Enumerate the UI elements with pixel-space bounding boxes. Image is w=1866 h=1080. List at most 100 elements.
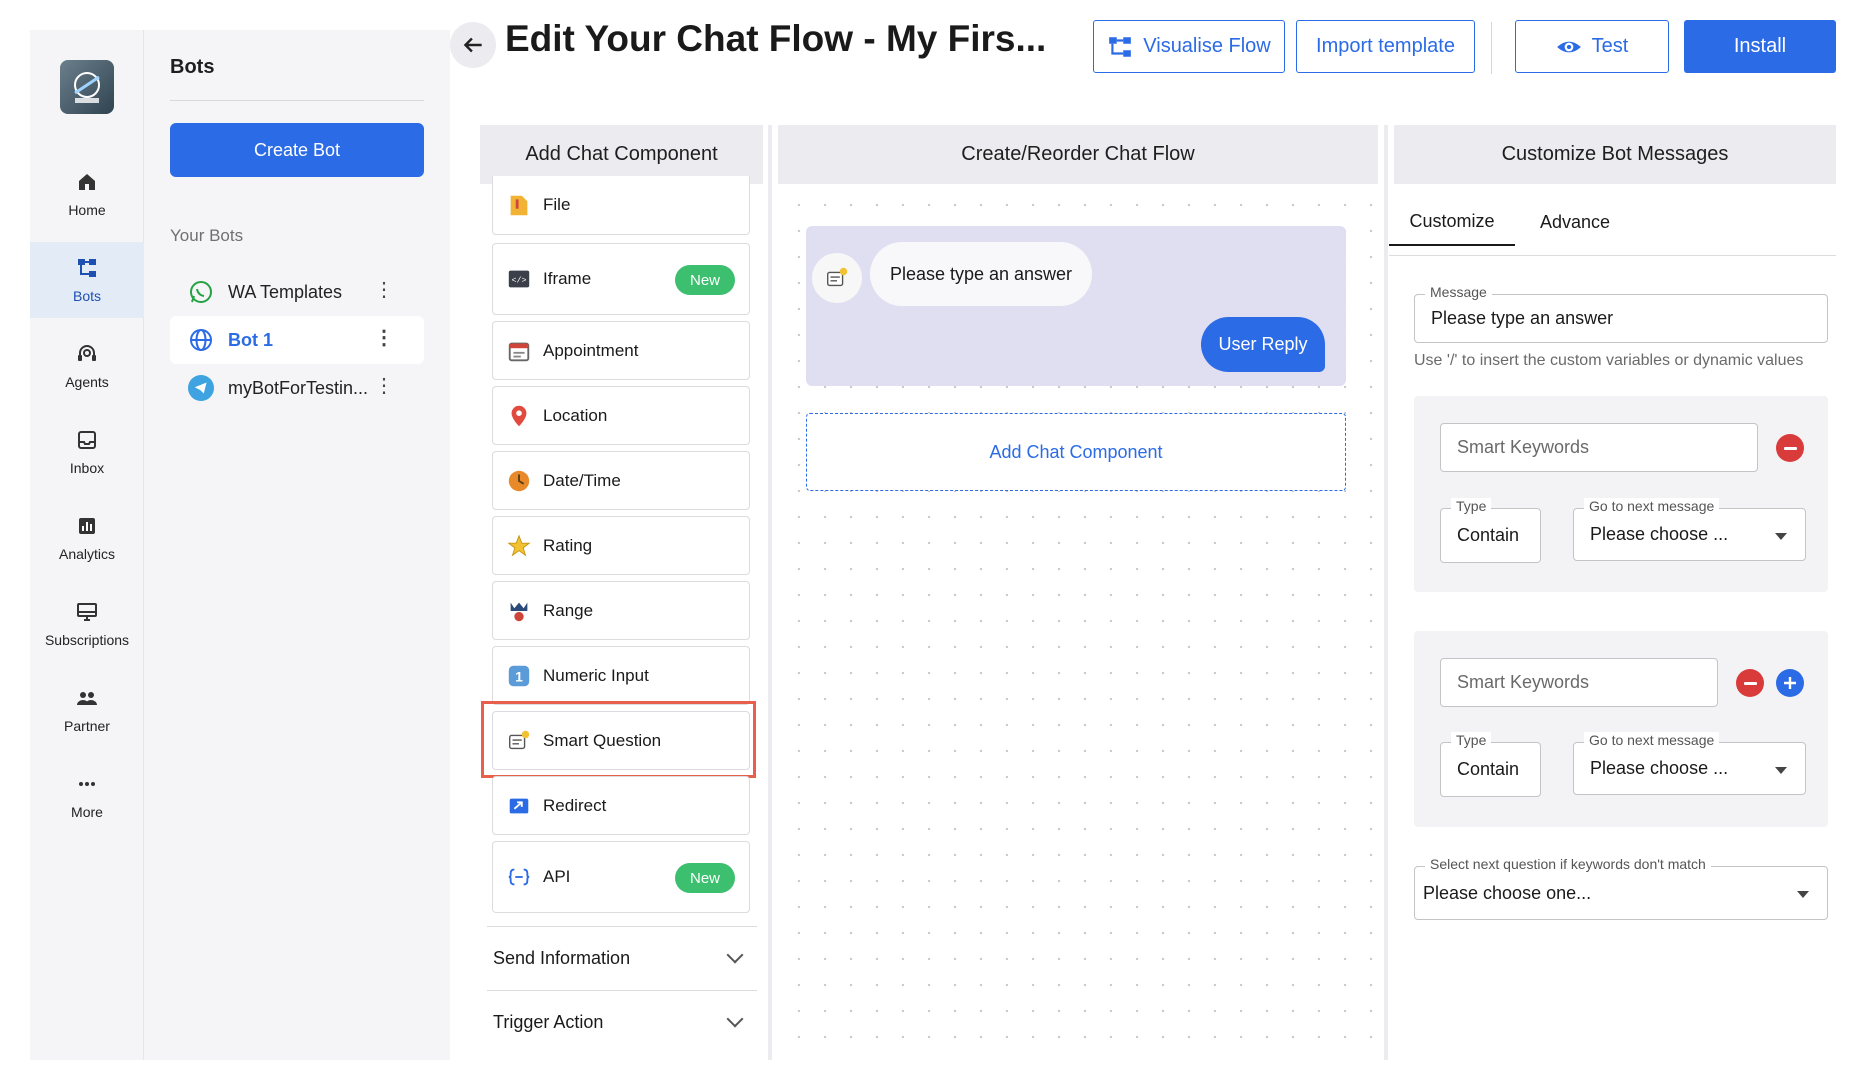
message-field[interactable]: Message Please type an answer: [1414, 284, 1828, 343]
component-numeric-input[interactable]: 1 Numeric Input: [492, 646, 750, 705]
component-label: Numeric Input: [543, 665, 649, 685]
nav-agents[interactable]: Agents: [30, 328, 144, 404]
variables-hint: Use '/' to insert the custom variables o…: [1414, 352, 1804, 369]
your-bots-heading: Your Bots: [170, 226, 244, 245]
nav-analytics-label: Analytics: [58, 546, 116, 562]
new-badge: New: [675, 265, 735, 295]
kebab-menu-icon[interactable]: ⋮: [374, 376, 394, 396]
component-label: Date/Time: [543, 470, 621, 490]
nav-analytics[interactable]: Analytics: [30, 500, 144, 576]
next-message-select[interactable]: Go to next message Please choose ...: [1573, 732, 1806, 795]
svg-text:1: 1: [515, 668, 523, 684]
next-message-value: Please choose ...: [1590, 524, 1729, 544]
type-value: Contain: [1457, 759, 1520, 779]
next-message-select[interactable]: Go to next message Please choose ...: [1573, 498, 1806, 561]
whatsapp-icon: [188, 279, 214, 305]
nav-inbox[interactable]: Inbox: [30, 414, 144, 490]
nav-more[interactable]: More: [30, 758, 144, 834]
bots-icon: [78, 259, 96, 277]
customize-header: Customize Bot Messages: [1394, 125, 1836, 184]
create-bot-button[interactable]: Create Bot: [170, 123, 424, 177]
more-icon: [79, 782, 95, 786]
inbox-icon: [78, 431, 96, 449]
new-badge: New: [675, 863, 735, 893]
bot-list-item[interactable]: WA Templates ⋮: [170, 268, 424, 316]
appointment-icon: [505, 337, 533, 365]
nav-home[interactable]: Home: [30, 156, 144, 232]
dropdown-arrow-icon: [1797, 891, 1809, 898]
bot-list-item[interactable]: Bot 1 ⋮: [170, 316, 424, 364]
smart-keywords-input[interactable]: Smart Keywords: [1440, 658, 1718, 707]
left-nav-rail: Home Bots Agents Inbox Analytics Subscri…: [30, 30, 144, 1060]
bots-panel: Bots Create Bot Your Bots WA Templates ⋮…: [144, 30, 450, 1060]
fallback-label: Select next question if keywords don't m…: [1425, 856, 1711, 872]
back-button[interactable]: [450, 22, 496, 68]
component-rating[interactable]: Rating: [492, 516, 750, 575]
component-label: API: [543, 867, 571, 886]
kebab-menu-icon[interactable]: ⋮: [374, 280, 394, 300]
type-select[interactable]: Type Contain: [1440, 498, 1541, 563]
test-label: Test: [1591, 35, 1629, 57]
component-label: Location: [543, 405, 608, 425]
type-label: Type: [1451, 498, 1492, 514]
component-location[interactable]: Location: [492, 386, 750, 445]
trigger-action-accordion[interactable]: Trigger Action: [487, 990, 757, 1053]
fallback-question-select[interactable]: Select next question if keywords don't m…: [1414, 856, 1828, 920]
clock-icon: [505, 467, 533, 495]
chat-flow-header: Create/Reorder Chat Flow: [778, 125, 1378, 184]
visualise-flow-button[interactable]: Visualise Flow: [1093, 20, 1285, 73]
chevron-down-icon: [726, 946, 744, 964]
component-label: Range: [543, 600, 594, 620]
range-icon: [505, 597, 533, 625]
type-value: Contain: [1457, 525, 1520, 545]
brand-logo[interactable]: [60, 60, 114, 114]
nav-subscriptions-label: Subscriptions: [44, 632, 130, 648]
component-redirect[interactable]: Redirect: [492, 776, 750, 835]
message-value: Please type an answer: [1431, 308, 1614, 328]
component-file[interactable]: File: [492, 176, 750, 235]
nav-home-label: Home: [68, 202, 106, 218]
user-reply-bubble: User Reply: [1201, 317, 1325, 372]
arrow-left-icon: [463, 37, 482, 53]
nav-subscriptions[interactable]: Subscriptions: [30, 586, 144, 662]
file-icon: [505, 191, 533, 219]
component-range[interactable]: Range: [492, 581, 750, 640]
tab-customize[interactable]: Customize: [1389, 198, 1515, 246]
component-iframe[interactable]: </> Iframe New: [492, 243, 750, 315]
nav-more-label: More: [71, 804, 103, 820]
message-field-label: Message: [1425, 284, 1492, 300]
numeric-icon: 1: [505, 662, 533, 690]
type-select[interactable]: Type Contain: [1440, 732, 1541, 797]
install-button[interactable]: Install: [1684, 20, 1836, 73]
svg-text:</>: </>: [511, 276, 526, 286]
plus-icon: [1784, 677, 1796, 689]
bots-panel-title: Bots: [170, 56, 215, 78]
redirect-icon: [505, 792, 533, 820]
nav-bots[interactable]: Bots: [30, 242, 144, 318]
kebab-menu-icon[interactable]: ⋮: [374, 328, 394, 348]
bot-list-item[interactable]: myBotForTestin... ⋮: [170, 364, 424, 412]
remove-keyword-button[interactable]: [1776, 434, 1804, 462]
location-icon: [505, 402, 533, 430]
next-message-value: Please choose ...: [1590, 758, 1729, 778]
dropdown-arrow-icon: [1775, 533, 1787, 540]
send-information-accordion[interactable]: Send Information: [487, 926, 757, 989]
component-api[interactable]: API New: [492, 841, 750, 913]
component-appointment[interactable]: Appointment: [492, 321, 750, 380]
dropdown-arrow-icon: [1775, 767, 1787, 774]
remove-keyword-button[interactable]: [1736, 669, 1764, 697]
smart-keywords-input[interactable]: Smart Keywords: [1440, 423, 1758, 472]
bot-name: Bot 1: [228, 329, 273, 350]
test-button[interactable]: Test: [1515, 20, 1669, 73]
nav-partner[interactable]: Partner: [30, 672, 144, 748]
column-divider: [768, 125, 772, 1060]
next-message-label: Go to next message: [1584, 732, 1720, 748]
tab-advance[interactable]: Advance: [1515, 198, 1635, 246]
add-chat-component-dropzone[interactable]: Add Chat Component: [806, 413, 1346, 491]
component-date-time[interactable]: Date/Time: [492, 451, 750, 510]
add-keyword-button[interactable]: [1776, 669, 1804, 697]
nav-bots-label: Bots: [72, 288, 101, 304]
import-template-button[interactable]: Import template: [1296, 20, 1475, 73]
column-divider: [1384, 125, 1388, 1060]
agents-icon: [78, 345, 96, 361]
